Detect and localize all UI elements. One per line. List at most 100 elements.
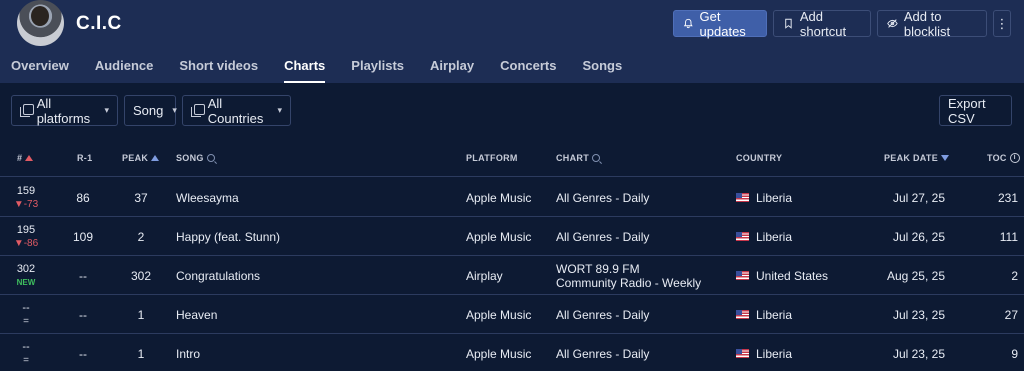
more-options-button[interactable]: ⋮	[993, 10, 1011, 37]
get-updates-button[interactable]: Get updates	[673, 9, 767, 39]
chart-name-line1: WORT 89.9 FM	[556, 261, 640, 276]
search-icon	[206, 154, 215, 162]
column-r1-label: R-1	[77, 153, 93, 163]
column-rank[interactable]: #	[17, 153, 34, 163]
artist-name: C.I.C	[76, 13, 122, 34]
country-name: United States	[756, 268, 829, 283]
column-song-label: SONG	[176, 153, 204, 163]
rank-change: NEW	[16, 277, 36, 287]
peak-date-cell: Jul 26, 25	[892, 229, 945, 244]
tab-short-videos[interactable]: Short videos	[179, 57, 258, 83]
tab-airplay[interactable]: Airplay	[430, 57, 474, 83]
flag-icon	[736, 349, 749, 358]
peak-cell: 1	[137, 307, 145, 322]
country-name: Liberia	[756, 346, 793, 361]
add-to-blocklist-button[interactable]: Add to blocklist	[877, 8, 987, 39]
tab-overview[interactable]: Overview	[11, 57, 69, 83]
song-cell[interactable]: Heaven	[176, 295, 217, 334]
artist-header: C.I.C Get updates Add shortcut Add to bl…	[0, 0, 1024, 83]
rank-cell: 195 ▼-86	[6, 217, 46, 256]
rank-value: --	[22, 301, 30, 314]
add-shortcut-button[interactable]: Add shortcut	[773, 9, 871, 39]
song-cell[interactable]: Intro	[176, 334, 200, 371]
toc-cell: 111	[999, 229, 1018, 244]
add-to-blocklist-label: Add to blocklist	[903, 8, 951, 39]
countries-filter[interactable]: All Countries ▾	[182, 95, 291, 126]
chart-cell[interactable]: All Genres - Daily	[556, 295, 649, 334]
chart-cell[interactable]: All Genres - Daily	[556, 178, 649, 217]
column-peak[interactable]: PEAK	[122, 153, 160, 163]
flag-icon	[736, 232, 749, 241]
artist-avatar	[17, 0, 64, 46]
search-icon	[592, 154, 600, 162]
rank-value: --	[22, 340, 30, 353]
column-peak-date[interactable]: PEAK DATE	[884, 153, 950, 163]
countries-icon	[191, 104, 205, 117]
peak-cell: 37	[134, 190, 148, 205]
rank-value: 159	[16, 184, 36, 197]
table-row[interactable]: 195 ▼-86 109 2 Happy (feat. Stunn) Apple …	[0, 217, 1024, 256]
rank-value: 302	[16, 262, 36, 275]
peak-date-cell: Aug 25, 25	[886, 268, 945, 283]
tab-audience[interactable]: Audience	[95, 57, 154, 83]
platforms-icon	[20, 104, 34, 117]
chevron-down-icon: ▾	[172, 105, 177, 115]
country-name: Liberia	[756, 229, 793, 244]
song-cell[interactable]: Wleesayma	[176, 178, 239, 217]
column-platform[interactable]: PLATFORM	[466, 153, 518, 163]
r1-cell: 86	[76, 190, 90, 205]
export-csv-button[interactable]: Export CSV	[939, 95, 1012, 126]
r1-cell: --	[79, 346, 87, 361]
chart-cell[interactable]: WORT 89.9 FM Community Radio - Weekly	[556, 256, 701, 295]
sort-up-icon	[25, 155, 34, 161]
rank-cell: -- =	[6, 334, 46, 371]
flag-icon	[736, 310, 749, 319]
chart-cell[interactable]: All Genres - Daily	[556, 334, 649, 371]
column-country[interactable]: COUNTRY	[736, 153, 782, 163]
column-song[interactable]: SONG	[176, 153, 215, 163]
chevron-down-icon: ▾	[104, 105, 109, 115]
column-chart-label: CHART	[556, 153, 589, 163]
song-cell[interactable]: Happy (feat. Stunn)	[176, 217, 280, 256]
song-cell[interactable]: Congratulations	[176, 256, 260, 295]
bell-icon	[683, 18, 693, 29]
tab-charts[interactable]: Charts	[284, 57, 326, 83]
more-icon: ⋮	[995, 15, 1009, 31]
peak-date-cell: Jul 23, 25	[892, 346, 945, 361]
toc-cell: 2	[1011, 268, 1018, 283]
column-rank-label: #	[17, 153, 23, 163]
toc-cell: 231	[997, 190, 1018, 205]
table-row[interactable]: -- = -- 1 Heaven Apple Music All Genres -…	[0, 295, 1024, 334]
platform-cell: Apple Music	[466, 229, 532, 244]
rank-cell: 302 NEW	[6, 256, 46, 295]
table-row[interactable]: -- = -- 1 Intro Apple Music All Genres - …	[0, 334, 1024, 371]
peak-date-cell: Jul 27, 25	[892, 190, 945, 205]
platforms-filter-label: All platforms	[36, 95, 91, 126]
toc-cell: 27	[1004, 307, 1018, 322]
tab-songs[interactable]: Songs	[582, 57, 622, 83]
sort-down-icon	[941, 155, 950, 161]
column-r1[interactable]: R-1	[77, 153, 92, 163]
column-country-label: COUNTRY	[736, 153, 783, 163]
chart-cell[interactable]: All Genres - Daily	[556, 217, 649, 256]
platforms-filter[interactable]: All platforms ▾	[11, 95, 118, 126]
flag-icon	[736, 271, 749, 280]
platform-cell: Apple Music	[466, 307, 532, 322]
table-row[interactable]: 159 ▼-73 86 37 Wleesayma Apple Music All …	[0, 178, 1024, 217]
column-toc[interactable]: TOC i	[987, 153, 1020, 163]
peak-cell: 302	[130, 268, 152, 283]
column-chart[interactable]: CHART	[556, 153, 600, 163]
peak-cell: 2	[137, 229, 145, 244]
type-filter[interactable]: Song ▾	[124, 95, 177, 126]
country-cell: United States	[736, 256, 828, 295]
peak-date-cell: Jul 23, 25	[892, 307, 945, 322]
country-cell: Liberia	[736, 295, 792, 334]
flag-icon	[736, 193, 749, 202]
tab-playlists[interactable]: Playlists	[351, 57, 404, 83]
platform-cell: Apple Music	[466, 346, 532, 361]
chevron-down-icon: ▾	[277, 105, 282, 115]
info-icon[interactable]: i	[1009, 153, 1020, 163]
table-header: # R-1 PEAK SONG PLATFORM CHART COUNTRY P…	[0, 140, 1024, 177]
table-row[interactable]: 302 NEW -- 302 Congratulations Airplay WO…	[0, 256, 1024, 295]
tab-concerts[interactable]: Concerts	[500, 57, 556, 83]
